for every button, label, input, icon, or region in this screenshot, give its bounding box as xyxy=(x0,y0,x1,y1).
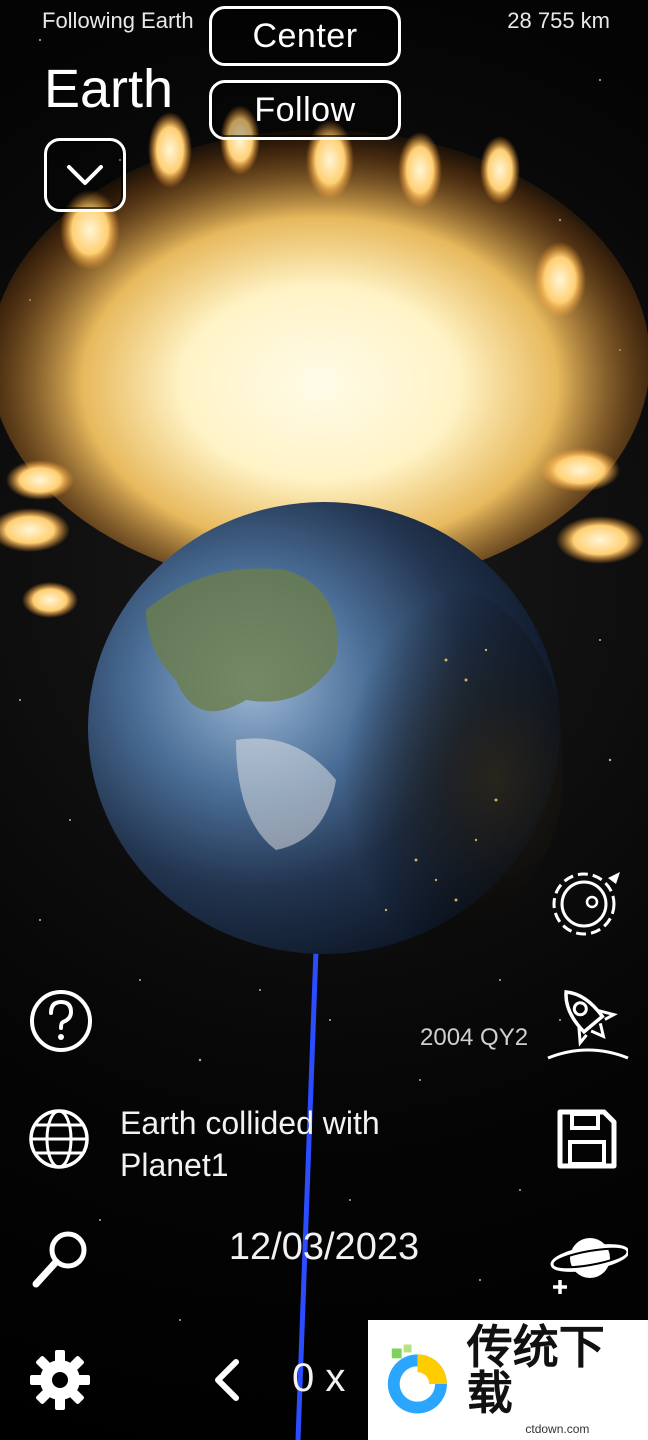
settings-gear-icon[interactable] xyxy=(28,1348,92,1412)
globe-icon[interactable] xyxy=(28,1108,90,1170)
space-scene[interactable] xyxy=(0,0,648,1440)
watermark-overlay: 传统下载 ctdown.com xyxy=(368,1320,648,1440)
object-dropdown-button[interactable] xyxy=(44,138,126,212)
watermark-title: 传统下载 xyxy=(466,1321,605,1419)
time-speed: 0 x xyxy=(292,1356,346,1400)
following-status: Following Earth xyxy=(42,8,194,33)
slower-chevron-left-icon[interactable] xyxy=(208,1356,244,1404)
chevron-down-icon xyxy=(67,165,103,185)
ctdown-logo xyxy=(387,1344,447,1414)
follow-button[interactable]: Follow xyxy=(209,80,401,140)
center-button[interactable]: Center xyxy=(209,6,401,66)
orbit-icon[interactable] xyxy=(548,862,628,942)
watermark-text: 传统下载 ctdown.com xyxy=(467,1324,648,1436)
simulation-date: 12/03/2023 xyxy=(228,1226,420,1268)
save-icon[interactable] xyxy=(556,1108,618,1170)
rocket-icon[interactable] xyxy=(544,978,632,1064)
watermark-site: ctdown.com xyxy=(525,1422,590,1436)
asteroid-label[interactable]: 2004 QY2 xyxy=(420,1024,528,1052)
help-icon[interactable] xyxy=(28,988,94,1054)
distance-readout: 28 755 km xyxy=(507,8,610,33)
event-message: Earth collided with Planet1 xyxy=(120,1105,380,1183)
earth-planet[interactable] xyxy=(86,500,562,956)
object-title: Earth xyxy=(44,59,174,119)
